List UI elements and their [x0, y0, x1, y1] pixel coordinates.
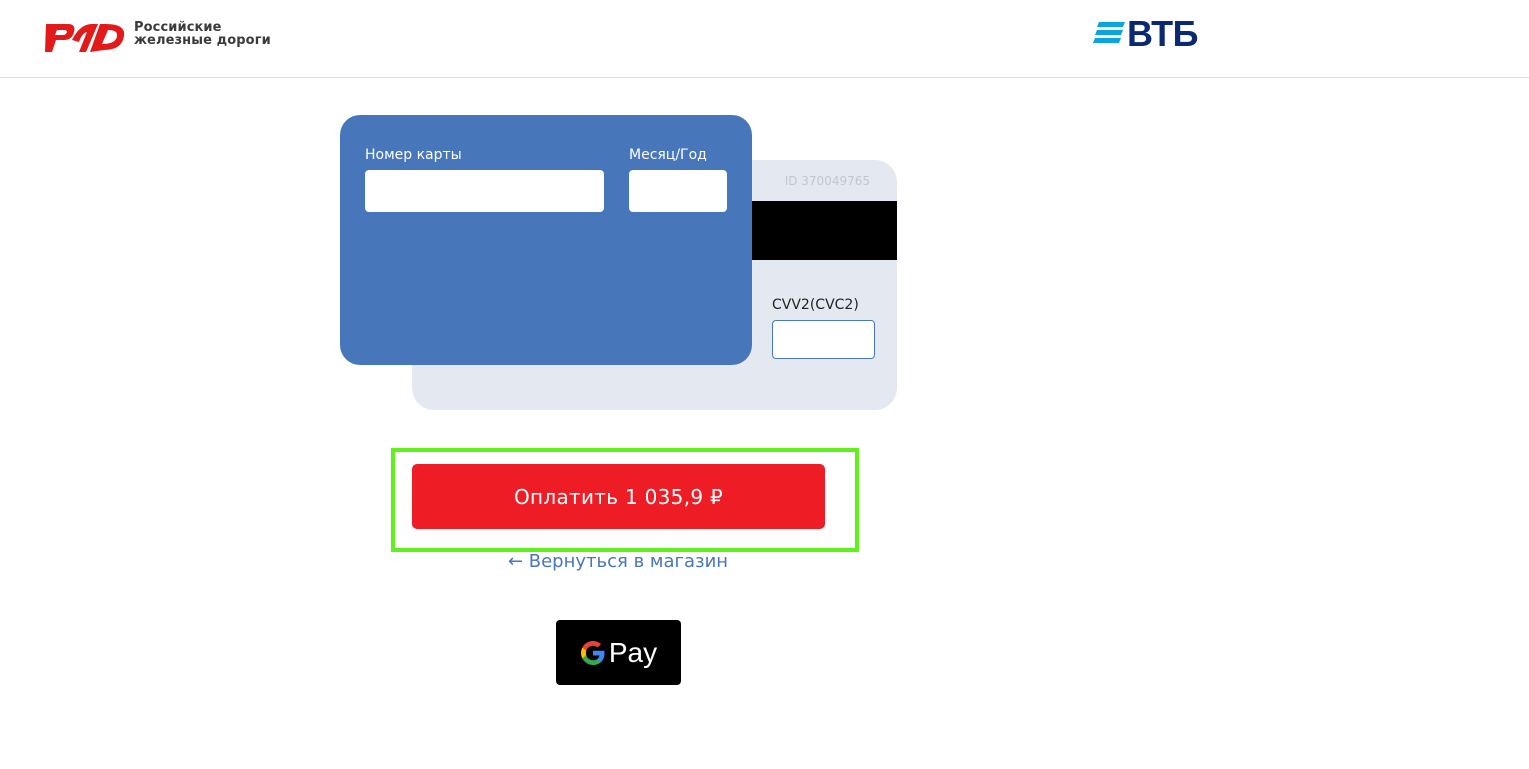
expiry-label: Месяц/Год	[629, 147, 707, 163]
header: Российские железные дороги ВТБ	[0, 0, 1529, 78]
vtb-logo: ВТБ	[1093, 13, 1199, 54]
card-number-label: Номер карты	[365, 147, 462, 163]
vtb-logo-text: ВТБ	[1127, 13, 1199, 54]
card-front: Номер карты Месяц/Год	[340, 115, 752, 365]
rzd-logo-line2: железные дороги	[134, 33, 271, 48]
pay-button[interactable]: Оплатить 1 035,9 ₽	[412, 464, 825, 529]
rzd-logo-text: Российские железные дороги	[134, 21, 271, 47]
cvv-label: CVV2(CVC2)	[772, 297, 859, 313]
rzd-logo-icon	[45, 24, 125, 52]
rzd-logo: Российские железные дороги	[42, 14, 271, 54]
google-g-icon	[580, 640, 605, 665]
google-pay-button[interactable]: Pay	[556, 620, 681, 685]
back-to-shop-link[interactable]: ← Вернуться в магазин	[0, 551, 1236, 572]
vtb-stripes-icon	[1093, 22, 1125, 43]
card-id: ID 370049765	[784, 174, 870, 188]
card-number-input[interactable]	[365, 170, 604, 212]
expiry-input[interactable]	[629, 170, 727, 212]
google-pay-label: Pay	[608, 636, 658, 668]
cvv-input[interactable]	[772, 320, 875, 359]
